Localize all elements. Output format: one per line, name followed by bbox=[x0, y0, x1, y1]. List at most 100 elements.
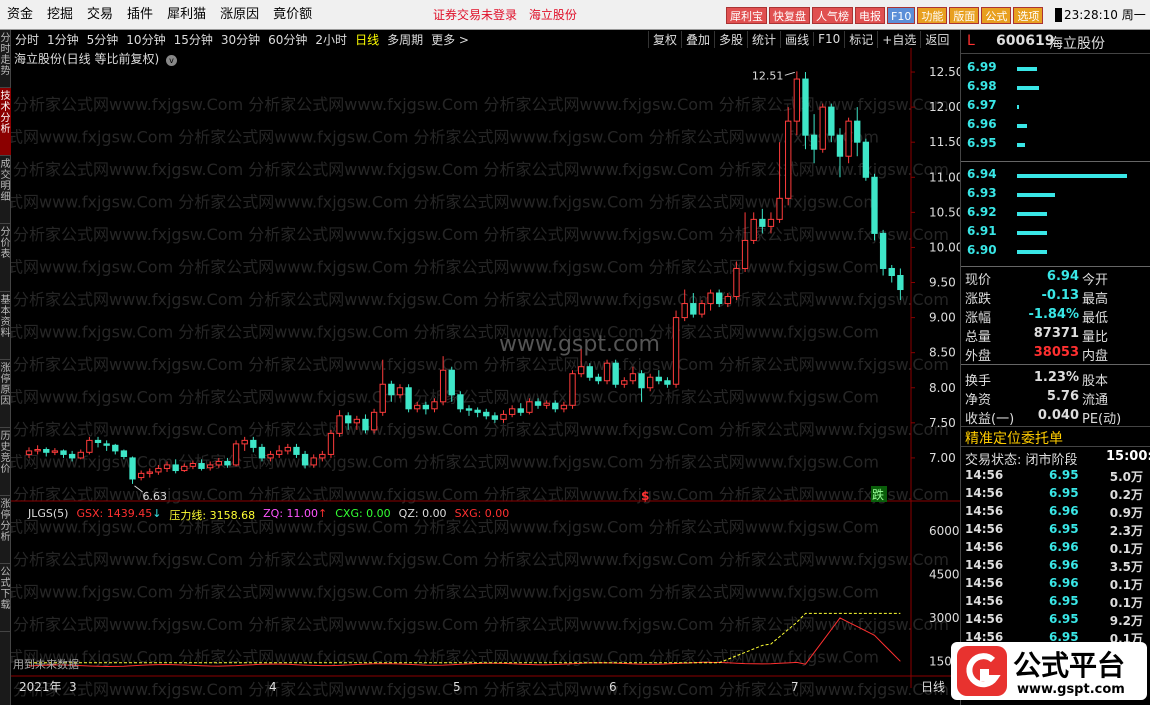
toolbar-button[interactable]: F10 bbox=[813, 32, 844, 46]
quote-panel: L 600619 海立股份 6.99 6.98 6.97 6.96 6.95 6.94 6.… bbox=[960, 30, 1150, 705]
menu-item[interactable]: 竟价额 bbox=[266, 0, 319, 30]
toolbar-button[interactable]: 统计 bbox=[747, 30, 780, 48]
left-tab[interactable]: 分时走势 bbox=[0, 30, 11, 88]
candle-body bbox=[526, 401, 533, 413]
top-button[interactable]: 电报 bbox=[855, 7, 885, 24]
candle bbox=[603, 359, 611, 385]
period-tab[interactable]: 30分钟 bbox=[217, 31, 264, 48]
toolbar-button[interactable]: 复权 bbox=[648, 30, 681, 48]
menu-item[interactable]: 涨原因 bbox=[213, 0, 266, 30]
bid-price: 6.90 bbox=[967, 243, 997, 257]
chevron-down-icon[interactable]: v bbox=[166, 55, 178, 66]
trade-time: 14:56 bbox=[965, 486, 1004, 500]
toolbar-button[interactable]: +自选 bbox=[877, 30, 920, 48]
candle-body bbox=[810, 134, 818, 150]
candle-body bbox=[474, 409, 481, 413]
candle-body bbox=[232, 443, 240, 466]
candle bbox=[819, 103, 826, 153]
top-button[interactable]: 快复盘 bbox=[769, 7, 810, 24]
left-tab[interactable]: 涨停原因 bbox=[0, 360, 11, 428]
left-tab[interactable]: 技术分析 bbox=[0, 88, 11, 156]
period-tab[interactable]: 15分钟 bbox=[170, 31, 217, 48]
ask-row[interactable]: 6.96 bbox=[961, 117, 1150, 136]
left-tab-bar: 分时走势 技术分析 成交明细 分价表 基本资料 涨停原因 历史竞价 涨停分析 公式下载 bbox=[0, 30, 11, 705]
trade-price: 6.96 bbox=[1049, 540, 1079, 554]
indicator-field: QZ: 0.00 bbox=[398, 507, 447, 520]
period-tab[interactable]: 60分钟 bbox=[264, 31, 311, 48]
top-button[interactable]: 版面 bbox=[949, 7, 980, 24]
period-tab[interactable]: 1分钟 bbox=[43, 31, 83, 48]
kline-chart[interactable]: 分析家公式网www.fxjgsw.Com 分析家公式网www.fxjgsw.Co… bbox=[11, 48, 960, 705]
top-button[interactable]: 功能 bbox=[917, 7, 948, 24]
trade-time: 14:56 bbox=[965, 540, 1004, 554]
candle-body bbox=[215, 460, 222, 466]
candle bbox=[664, 377, 671, 388]
candle bbox=[879, 229, 887, 276]
top-button[interactable]: 人气榜 bbox=[812, 7, 853, 24]
period-tab[interactable]: 日线 bbox=[351, 31, 383, 48]
candle-body bbox=[34, 449, 41, 452]
bid-row[interactable]: 6.94 bbox=[961, 167, 1150, 186]
top-button[interactable]: 犀利宝 bbox=[726, 7, 767, 24]
current-stock-name: 海立股份 bbox=[528, 8, 577, 22]
top-button[interactable]: 公式 bbox=[981, 7, 1012, 24]
trade-row: 14:56 6.95 2.3万 bbox=[961, 522, 1150, 540]
ask-row[interactable]: 6.98 bbox=[961, 79, 1150, 98]
top-button[interactable]: F10 bbox=[887, 7, 916, 24]
trade-price: 6.95 bbox=[1049, 486, 1079, 500]
candle-body bbox=[681, 303, 688, 319]
ask-row[interactable]: 6.95 bbox=[961, 136, 1150, 155]
left-tab[interactable]: 公式下载 bbox=[0, 564, 11, 632]
candle bbox=[741, 212, 749, 272]
candle bbox=[672, 310, 680, 388]
toolbar-button[interactable]: 返回 bbox=[920, 30, 953, 48]
trade-login-status[interactable]: 证券交易未登录 bbox=[433, 8, 517, 22]
ask-row[interactable]: 6.99 bbox=[961, 60, 1150, 79]
trade-volume: 0.1万 bbox=[1109, 596, 1143, 610]
menu-item[interactable]: 犀利猫 bbox=[160, 0, 213, 30]
candle-body bbox=[448, 369, 455, 396]
toolbar-button[interactable]: 多股 bbox=[714, 30, 747, 48]
menu-item[interactable]: 插件 bbox=[120, 0, 160, 30]
indicator-name[interactable]: JLGS(5) bbox=[28, 507, 68, 523]
top-button[interactable]: 选项 bbox=[1013, 7, 1044, 24]
period-tab[interactable]: 分时 bbox=[11, 31, 43, 48]
menu-item[interactable]: 资金 bbox=[0, 0, 40, 30]
left-tab[interactable]: 基本资料 bbox=[0, 292, 11, 360]
candle-body bbox=[276, 450, 283, 455]
candle-body bbox=[43, 449, 50, 453]
period-tab[interactable]: 10分钟 bbox=[122, 31, 169, 48]
market-flag: L bbox=[967, 33, 975, 49]
candle bbox=[508, 405, 516, 418]
menu-bar: 资金 挖掘 交易 插件 犀利猫 涨原因 竟价额 证券交易未登录 海立股份 犀利宝 快复盘 人气榜… bbox=[0, 0, 1150, 30]
x-tick-label: 日线 bbox=[921, 680, 945, 694]
left-tab[interactable]: 涨停分析 bbox=[0, 496, 11, 564]
candle bbox=[621, 377, 628, 388]
left-tab[interactable]: 成交明细 bbox=[0, 156, 11, 224]
candle bbox=[327, 429, 335, 458]
trade-volume: 5.0万 bbox=[1109, 470, 1143, 484]
bid-row[interactable]: 6.91 bbox=[961, 224, 1150, 243]
period-tab[interactable]: 5分钟 bbox=[83, 31, 123, 48]
candle-body bbox=[198, 463, 205, 469]
menu-item[interactable]: 挖掘 bbox=[40, 0, 80, 30]
bid-row[interactable]: 6.93 bbox=[961, 186, 1150, 205]
period-tab[interactable]: 更多 > bbox=[427, 31, 473, 48]
toolbar-toggle-icon[interactable] bbox=[1055, 8, 1062, 22]
brand-watermark: 公式平台 www.gspt.com bbox=[951, 642, 1147, 700]
quote-value: -0.13 bbox=[1041, 288, 1079, 303]
left-tab[interactable]: 分价表 bbox=[0, 224, 11, 292]
bid-row[interactable]: 6.92 bbox=[961, 205, 1150, 224]
candle-body bbox=[638, 373, 645, 389]
toolbar-button[interactable]: 标记 bbox=[844, 30, 877, 48]
menu-item[interactable]: 交易 bbox=[80, 0, 120, 30]
period-tab[interactable]: 多周期 bbox=[383, 31, 427, 48]
ask-row[interactable]: 6.97 bbox=[961, 98, 1150, 117]
period-tab[interactable]: 2小时 bbox=[311, 31, 351, 48]
quote-value: 5.76 bbox=[1046, 389, 1079, 404]
bid-row[interactable]: 6.90 bbox=[961, 243, 1150, 262]
toolbar-button[interactable]: 画线 bbox=[780, 30, 813, 48]
order-title[interactable]: 精准定位委托单 bbox=[961, 426, 1150, 447]
toolbar-button[interactable]: 叠加 bbox=[681, 30, 714, 48]
left-tab[interactable]: 历史竞价 bbox=[0, 428, 11, 496]
